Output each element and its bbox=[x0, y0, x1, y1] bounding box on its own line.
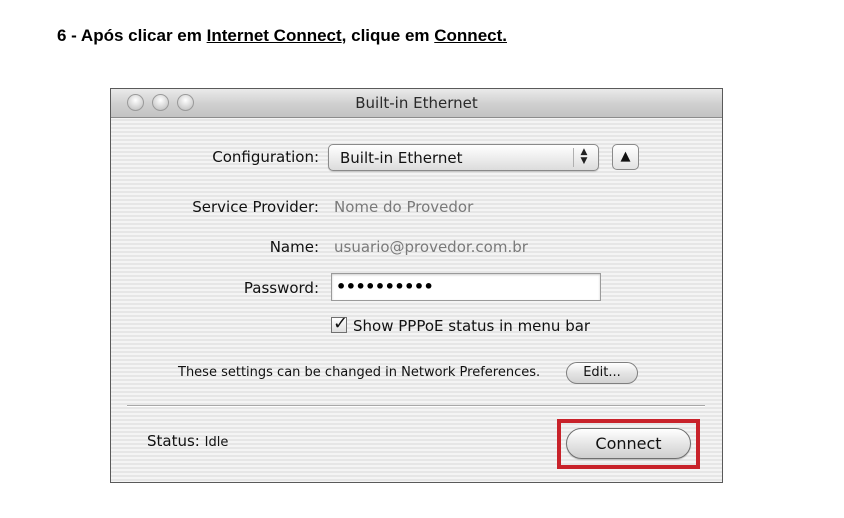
up-down-arrows-icon: ▲ ▼ bbox=[573, 148, 594, 167]
window-title: Built-in Ethernet bbox=[355, 94, 478, 112]
triangle-up-icon[interactable]: ▲ bbox=[612, 144, 639, 170]
status-label: Status: bbox=[147, 432, 200, 450]
divider bbox=[127, 405, 705, 407]
internet-connect-window: Built-in Ethernet Configuration: Built-i… bbox=[110, 88, 723, 483]
instruction-prefix: 6 - Após clicar em bbox=[57, 26, 207, 45]
password-field[interactable]: •••••••••• bbox=[331, 273, 601, 301]
name-label: Name: bbox=[269, 238, 319, 256]
settings-note: These settings can be changed in Network… bbox=[178, 365, 541, 380]
status-value: Idle bbox=[204, 435, 229, 450]
instruction-connect: Connect. bbox=[434, 26, 507, 45]
service-provider-value: Nome do Provedor bbox=[334, 198, 474, 216]
configuration-label: Configuration: bbox=[212, 148, 319, 166]
show-status-checkbox[interactable]: ✓ bbox=[331, 313, 348, 334]
service-provider-label: Service Provider: bbox=[192, 198, 319, 216]
configuration-popup[interactable]: Built-in Ethernet ▲ ▼ bbox=[328, 144, 599, 171]
edit-button[interactable]: Edit... bbox=[566, 362, 638, 384]
status-line: Status: Idle bbox=[147, 432, 228, 450]
instruction-heading: 6 - Após clicar em Internet Connect, cli… bbox=[57, 26, 507, 46]
show-status-label[interactable]: Show PPPoE status in menu bar bbox=[353, 317, 590, 331]
checkmark-icon: ✓ bbox=[333, 313, 349, 334]
instruction-middle: , clique em bbox=[341, 26, 435, 45]
configuration-value: Built-in Ethernet bbox=[340, 149, 463, 167]
connect-button[interactable]: Connect bbox=[566, 428, 691, 459]
password-value: •••••••••• bbox=[336, 277, 434, 296]
instruction-internet-connect: Internet Connect bbox=[206, 26, 342, 45]
name-value: usuario@provedor.com.br bbox=[334, 238, 528, 256]
password-label: Password: bbox=[243, 279, 319, 297]
title-bar[interactable]: Built-in Ethernet bbox=[111, 89, 722, 118]
